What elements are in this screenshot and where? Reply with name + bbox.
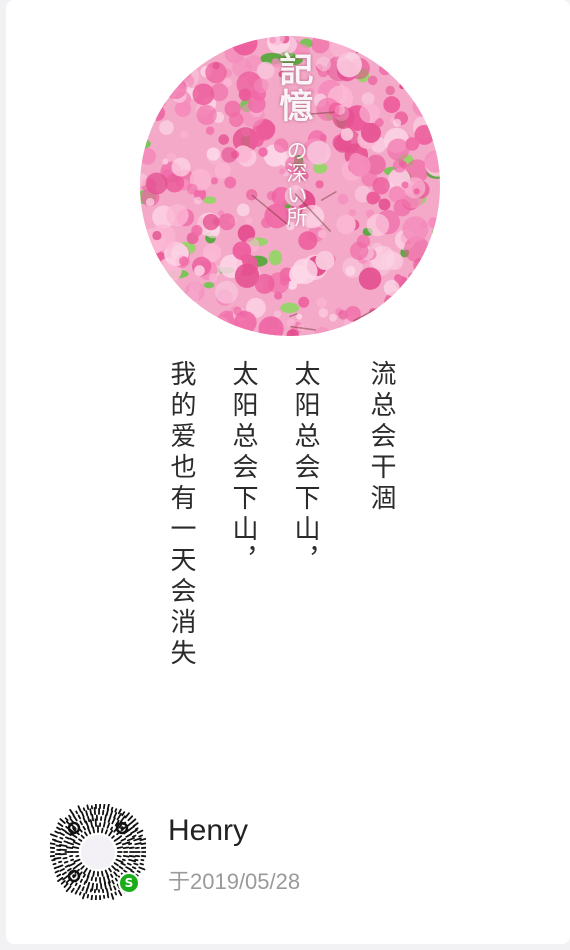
mini-program-logo-icon: S bbox=[118, 872, 140, 894]
share-card: 記憶 の深い所 流总会干涸 太阳总会下山， 太阳总会下山， 我的爱也有一天会消失… bbox=[6, 0, 570, 944]
poem-line-2: 太阳总会下山， bbox=[290, 360, 320, 577]
photo-title: 記憶 bbox=[273, 52, 313, 124]
cover-photo: 記憶 の深い所 bbox=[140, 36, 440, 336]
poem-line-4: 我的爱也有一天会消失 bbox=[166, 360, 196, 670]
poem-line-1: 流总会干涸 bbox=[366, 360, 396, 515]
photo-subtitle: の深い所 bbox=[284, 140, 308, 228]
poem-line-3: 太阳总会下山， bbox=[228, 360, 258, 577]
post-date: 于2019/05/28 bbox=[168, 869, 301, 894]
author-name: Henry bbox=[168, 814, 249, 847]
